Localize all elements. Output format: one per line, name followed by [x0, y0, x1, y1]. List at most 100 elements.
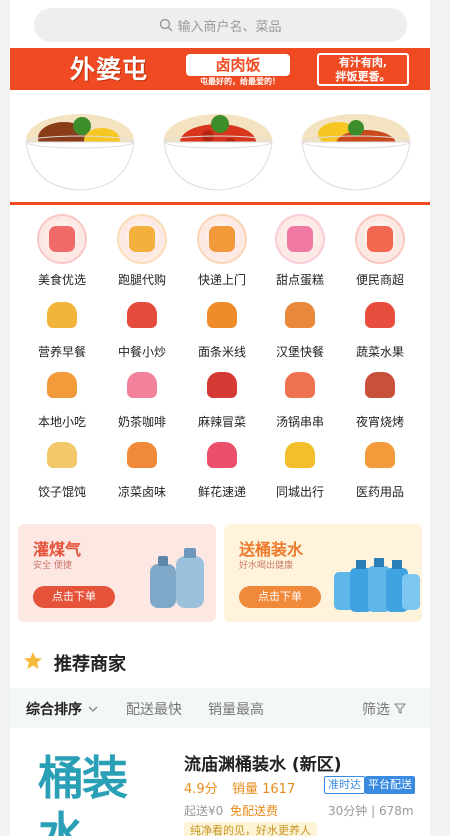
category-item[interactable]: 本地小吃 — [22, 368, 102, 430]
category-label: 麻辣冒菜 — [197, 415, 246, 429]
merchant-thumbnail-text: 桶装水 — [38, 751, 128, 836]
category-item[interactable]: 饺子馄饨 — [22, 438, 102, 500]
category-label: 快递上门 — [197, 273, 246, 287]
category-label: 美食优选 — [37, 273, 86, 287]
filter-icon — [394, 703, 407, 714]
category-item[interactable]: 面条米线 — [182, 298, 262, 360]
dumpling-icon — [37, 302, 87, 336]
promo-subtitle: 安全 便捷 — [33, 561, 72, 571]
water-bucket-icon — [334, 558, 420, 612]
sort-comprehensive[interactable]: 综合排序 — [26, 699, 99, 719]
merchant-sales: 销量 1617 — [232, 782, 296, 797]
search-icon — [160, 18, 173, 32]
rice-bowl-image — [25, 114, 135, 191]
bbq-skewer-icon — [355, 372, 405, 406]
sort-sales[interactable]: 销量最高 — [208, 699, 264, 719]
category-item[interactable]: 营养早餐 — [22, 298, 102, 360]
delivery-distance: 30分钟 | 678m — [328, 804, 414, 818]
order-button[interactable]: 点击下单 — [33, 586, 115, 608]
category-label: 鲜花速递 — [197, 485, 246, 499]
merchant-name: 流庙渊桶装水 (新区) — [184, 755, 342, 775]
sort-bar: 综合排序 配送最快 销量最高 筛选 — [10, 688, 430, 728]
category-item[interactable]: 凉菜卤味 — [102, 438, 182, 500]
milk-tea-icon — [117, 372, 167, 406]
hotpot-icon — [275, 372, 325, 406]
category-item[interactable]: 汉堡快餐 — [260, 298, 340, 360]
category-label: 饺子馄饨 — [37, 485, 86, 499]
gas-promo-card[interactable]: 灌煤气 安全 便捷 点击下单 — [18, 524, 216, 622]
star-icon — [24, 652, 42, 669]
category-label: 奶茶咖啡 — [117, 415, 166, 429]
filter-button[interactable]: 筛选 — [362, 699, 407, 719]
category-label: 本地小吃 — [37, 415, 86, 429]
promo-subtitle: 好水喝出健康 — [239, 561, 294, 571]
cold-dish-icon — [117, 442, 167, 476]
category-item[interactable]: 甜点蛋糕 — [260, 214, 340, 288]
rice-bowl-image — [163, 114, 273, 191]
banner-brand-sub: 卤肉饭 — [186, 54, 290, 76]
stir-fry-icon — [117, 302, 167, 336]
promo-title: 灌煤气 — [33, 540, 82, 559]
category-label: 夜宵烧烤 — [355, 415, 404, 429]
flower-icon — [197, 442, 247, 476]
roast-chicken-icon — [37, 214, 87, 264]
banner-header: 外婆屯 卤肉饭 屯最好的，给最爱的！ 有汁有肉, 拌饭更香。 — [10, 48, 430, 90]
store-icon — [355, 214, 405, 264]
category-item[interactable]: 便民商超 — [340, 214, 420, 288]
category-item[interactable]: 美食优选 — [22, 214, 102, 288]
chevron-down-icon — [88, 706, 98, 712]
category-item[interactable]: 同城出行 — [260, 438, 340, 500]
category-item[interactable]: 夜宵烧烤 — [340, 368, 420, 430]
merchant-card[interactable]: 桶装水 流庙渊桶装水 (新区) 4.9分 销量 1617 准时达 平台配送 起送… — [22, 732, 418, 836]
category-label: 同城出行 — [275, 485, 324, 499]
category-item[interactable]: 蔬菜水果 — [340, 298, 420, 360]
delivery-door-icon — [197, 214, 247, 264]
sort-fastest[interactable]: 配送最快 — [126, 699, 182, 719]
cake-icon — [275, 214, 325, 264]
category-label: 汤锅串串 — [275, 415, 324, 429]
merchant-score: 4.9分 — [184, 782, 218, 797]
category-item[interactable]: 汤锅串串 — [260, 368, 340, 430]
banner-slogan: 有汁有肉, 拌饭更香。 — [317, 53, 409, 86]
promo-title: 送桶装水 — [239, 540, 304, 559]
vegetable-icon — [355, 302, 405, 336]
filter-label: 筛选 — [362, 702, 390, 718]
recommended-section-header: 推荐商家 — [10, 640, 430, 684]
category-item[interactable]: 跑腿代购 — [102, 214, 182, 288]
promo-banner[interactable]: 外婆屯 卤肉饭 屯最好的，给最爱的！ 有汁有肉, 拌饭更香。 — [10, 48, 430, 206]
search-bar[interactable]: 输入商户名、菜品 — [34, 8, 407, 42]
banner-slogan-line1: 有汁有肉, — [338, 56, 388, 69]
home-page: 输入商户名、菜品 外婆屯 卤肉饭 屯最好的，给最爱的！ 有汁有肉, 拌饭更香。 — [10, 0, 430, 836]
order-button[interactable]: 点击下单 — [239, 586, 321, 608]
banner-brand: 外婆屯 — [70, 55, 149, 84]
promo-cards: 灌煤气 安全 便捷 点击下单 送桶装水 好水喝出健康 点击下单 — [10, 524, 430, 622]
gas-cylinder-icon — [150, 548, 204, 608]
category-label: 跑腿代购 — [117, 273, 166, 287]
rice-bowl-image — [301, 114, 411, 191]
category-item[interactable]: 中餐小炒 — [102, 298, 182, 360]
category-item[interactable]: 医药用品 — [340, 438, 420, 500]
category-label: 面条米线 — [197, 345, 246, 359]
category-label: 营养早餐 — [37, 345, 86, 359]
water-promo-card[interactable]: 送桶装水 好水喝出健康 点击下单 — [224, 524, 422, 622]
category-item[interactable]: 快递上门 — [182, 214, 262, 288]
category-item[interactable]: 麻辣冒菜 — [182, 368, 262, 430]
sort-label: 综合排序 — [26, 702, 82, 718]
category-item[interactable]: 奶茶咖啡 — [102, 368, 182, 430]
burger-icon — [275, 302, 325, 336]
platform-delivery-badge: 平台配送 — [365, 776, 415, 794]
merchant-thumbnail: 桶装水 — [30, 744, 166, 836]
category-item[interactable]: 鲜花速递 — [182, 438, 262, 500]
min-order-fee: 起送¥0 — [184, 804, 224, 818]
shopping-bag-icon — [117, 214, 167, 264]
category-label: 甜点蛋糕 — [275, 273, 324, 287]
banner-brand-tag: 屯最好的，给最爱的！ — [200, 77, 280, 86]
search-placeholder: 输入商户名、菜品 — [177, 19, 282, 35]
noodle-bowl-icon — [197, 302, 247, 336]
taxi-icon — [275, 442, 325, 476]
category-label: 中餐小炒 — [117, 345, 166, 359]
medicine-icon — [355, 442, 405, 476]
merchant-tagline: 纯净看的见，好水更养人 — [184, 822, 317, 836]
on-time-badge: 准时达 — [324, 776, 365, 794]
free-delivery-label: 免配送费 — [230, 804, 279, 818]
